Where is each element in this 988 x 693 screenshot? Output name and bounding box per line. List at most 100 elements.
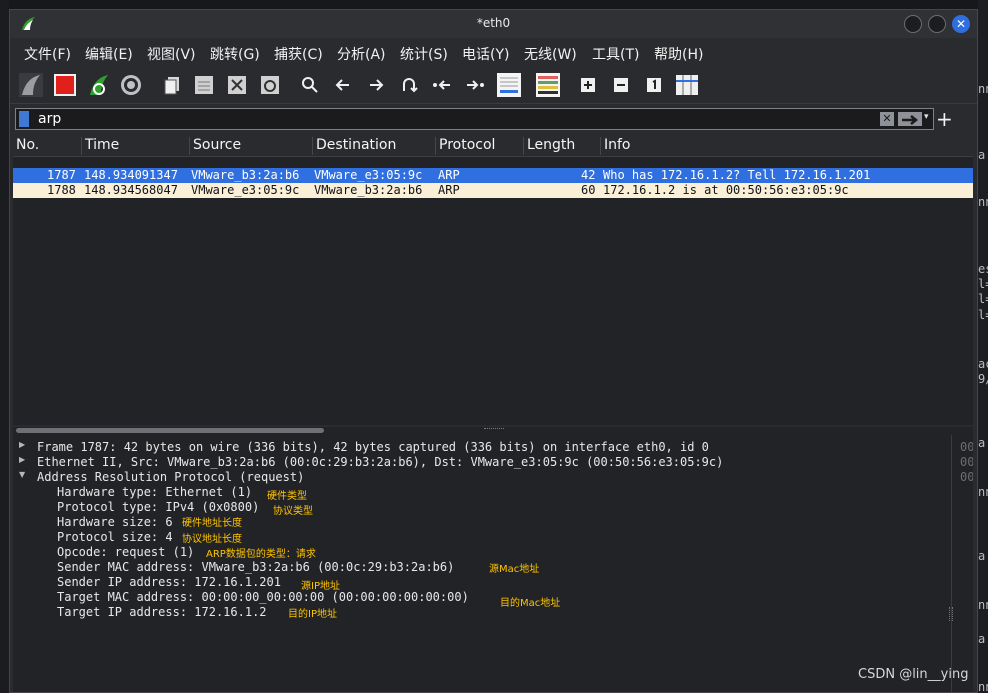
column-source[interactable]: Source xyxy=(189,137,312,155)
packet-source: VMware_e3:05:9c xyxy=(191,183,300,197)
packet-details-tree: ▶ Frame 1787: 42 bytes on wire (336 bits… xyxy=(13,435,951,692)
bg-text: ac xyxy=(978,357,988,371)
packet-row-selected[interactable]: 1787 148.934091347 VMware_b3:2a:b6 VMwar… xyxy=(13,168,973,183)
go-to-packet-icon[interactable] xyxy=(396,72,422,98)
title-bar[interactable]: *eth0 ✕ xyxy=(10,10,977,38)
apply-filter-button[interactable] xyxy=(898,112,922,126)
filter-bookmark-icon[interactable] xyxy=(19,111,29,127)
stop-square-icon[interactable] xyxy=(52,72,78,98)
normal-size-icon[interactable] xyxy=(641,72,667,98)
field-protocol-type[interactable]: Protocol type: IPv4 (0x0800) xyxy=(57,500,259,515)
packet-no: 1788 xyxy=(47,183,76,197)
menu-analyze[interactable]: 分析(A) xyxy=(337,44,386,64)
bg-text: l= xyxy=(978,292,988,306)
desktop-top-strip xyxy=(0,0,988,9)
packet-source: VMware_b3:2a:b6 xyxy=(191,168,300,182)
bg-text: l= xyxy=(978,277,988,291)
packet-time: 148.934091347 xyxy=(84,168,178,182)
packet-row[interactable]: 1788 148.934568047 VMware_e3:05:9c VMwar… xyxy=(13,183,973,198)
annotation-hardware-type: 硬件类型 xyxy=(267,491,307,502)
tree-item-frame[interactable]: Frame 1787: 42 bytes on wire (336 bits),… xyxy=(37,440,709,455)
field-target-ip[interactable]: Target IP address: 172.16.1.2 xyxy=(57,605,267,620)
bg-text: nn xyxy=(978,680,988,693)
reload-file-icon[interactable] xyxy=(257,72,283,98)
bg-text: nn xyxy=(978,598,988,612)
menu-go[interactable]: 跳转(G) xyxy=(210,44,260,64)
packet-time: 148.934568047 xyxy=(84,183,178,197)
zoom-in-icon[interactable] xyxy=(575,72,601,98)
last-packet-icon[interactable] xyxy=(462,72,488,98)
annotation-hardware-size: 硬件地址长度 xyxy=(182,518,242,529)
field-target-mac[interactable]: Target MAC address: 00:00:00_00:00:00 (0… xyxy=(57,590,469,605)
zoom-out-icon[interactable] xyxy=(608,72,634,98)
minimize-button[interactable] xyxy=(904,15,922,33)
restart-capture-icon[interactable] xyxy=(86,72,112,98)
capture-options-gear-icon[interactable] xyxy=(118,72,144,98)
go-back-icon[interactable] xyxy=(330,72,356,98)
shark-fin-start-icon[interactable] xyxy=(18,72,44,98)
bytes-offset: 00 xyxy=(960,455,973,469)
maximize-button[interactable] xyxy=(928,15,946,33)
menu-bar: 文件(F) 编辑(E) 视图(V) 跳转(G) 捕获(C) 分析(A) 统计(S… xyxy=(10,38,977,66)
packet-length: 42 xyxy=(581,168,596,182)
field-hardware-type[interactable]: Hardware type: Ethernet (1) xyxy=(57,485,252,500)
arrow-right-icon xyxy=(902,115,919,125)
open-file-icon[interactable] xyxy=(160,72,186,98)
field-sender-mac[interactable]: Sender MAC address: VMware_b3:2a:b6 (00:… xyxy=(57,560,454,575)
colorize-icon[interactable] xyxy=(535,72,561,98)
column-length[interactable]: Length xyxy=(523,137,600,155)
menu-capture[interactable]: 捕获(C) xyxy=(274,44,323,64)
collapse-arrow-icon[interactable]: ▼ xyxy=(19,470,25,479)
csdn-watermark: CSDN @lin__ying xyxy=(858,667,969,682)
first-packet-icon[interactable] xyxy=(429,72,455,98)
expand-arrow-icon[interactable]: ▶ xyxy=(19,440,25,449)
menu-wireless[interactable]: 无线(W) xyxy=(524,44,577,64)
expand-arrow-icon[interactable]: ▶ xyxy=(19,455,25,464)
annotation-target-mac: 目的Mac地址 xyxy=(500,598,561,609)
column-time[interactable]: Time xyxy=(81,137,189,155)
go-forward-icon[interactable] xyxy=(363,72,389,98)
packet-list: No. Time Source Destination Protocol Len… xyxy=(13,135,973,425)
details-scrollbar-grip[interactable] xyxy=(949,607,953,621)
desktop-left-strip xyxy=(0,0,9,693)
annotation-target-ip: 目的IP地址 xyxy=(288,609,337,620)
close-button[interactable]: ✕ xyxy=(952,15,970,33)
menu-tools[interactable]: 工具(T) xyxy=(592,44,639,64)
close-file-icon[interactable] xyxy=(224,72,250,98)
tree-item-ethernet[interactable]: Ethernet II, Src: VMware_b3:2a:b6 (00:0c… xyxy=(37,455,723,470)
bytes-offset: 00 xyxy=(960,440,973,454)
resize-columns-icon[interactable] xyxy=(674,72,700,98)
bg-text: es xyxy=(978,262,988,276)
display-filter-input[interactable] xyxy=(38,110,858,128)
menu-edit[interactable]: 编辑(E) xyxy=(85,44,133,64)
pane-splitter-handle[interactable] xyxy=(484,428,504,432)
menu-help[interactable]: 帮助(H) xyxy=(654,44,703,64)
display-filter-bar: ✕ ▾ xyxy=(15,108,934,130)
field-protocol-size[interactable]: Protocol size: 4 xyxy=(57,530,173,545)
find-packet-icon[interactable] xyxy=(297,72,323,98)
background-terminal: nn a nn es l= l= l= ac 9/ a nn a nn a nn xyxy=(978,0,988,693)
column-info[interactable]: Info xyxy=(600,137,973,155)
menu-telephony[interactable]: 电话(Y) xyxy=(462,44,509,64)
field-opcode[interactable]: Opcode: request (1) xyxy=(57,545,194,560)
menu-file[interactable]: 文件(F) xyxy=(24,44,71,64)
menu-statistics[interactable]: 统计(S) xyxy=(400,44,448,64)
column-no[interactable]: No. xyxy=(13,137,81,155)
filter-history-dropdown[interactable]: ▾ xyxy=(924,112,929,122)
auto-scroll-icon[interactable] xyxy=(496,72,522,98)
bg-text: nn xyxy=(978,195,988,209)
bg-text: nn xyxy=(978,485,988,499)
field-hardware-size[interactable]: Hardware size: 6 xyxy=(57,515,173,530)
column-destination[interactable]: Destination xyxy=(312,137,435,155)
tree-item-arp[interactable]: Address Resolution Protocol (request) xyxy=(37,470,304,485)
scrollbar-thumb[interactable] xyxy=(16,428,324,433)
bg-text: a xyxy=(978,436,986,450)
column-protocol[interactable]: Protocol xyxy=(435,137,523,155)
field-sender-ip[interactable]: Sender IP address: 172.16.1.201 xyxy=(57,575,281,590)
clear-filter-button[interactable]: ✕ xyxy=(880,112,894,126)
add-filter-button[interactable]: + xyxy=(936,107,953,131)
menu-view[interactable]: 视图(V) xyxy=(147,44,196,64)
save-file-icon[interactable] xyxy=(191,72,217,98)
bg-text: a xyxy=(978,632,986,646)
annotation-protocol-type: 协议类型 xyxy=(273,506,313,517)
